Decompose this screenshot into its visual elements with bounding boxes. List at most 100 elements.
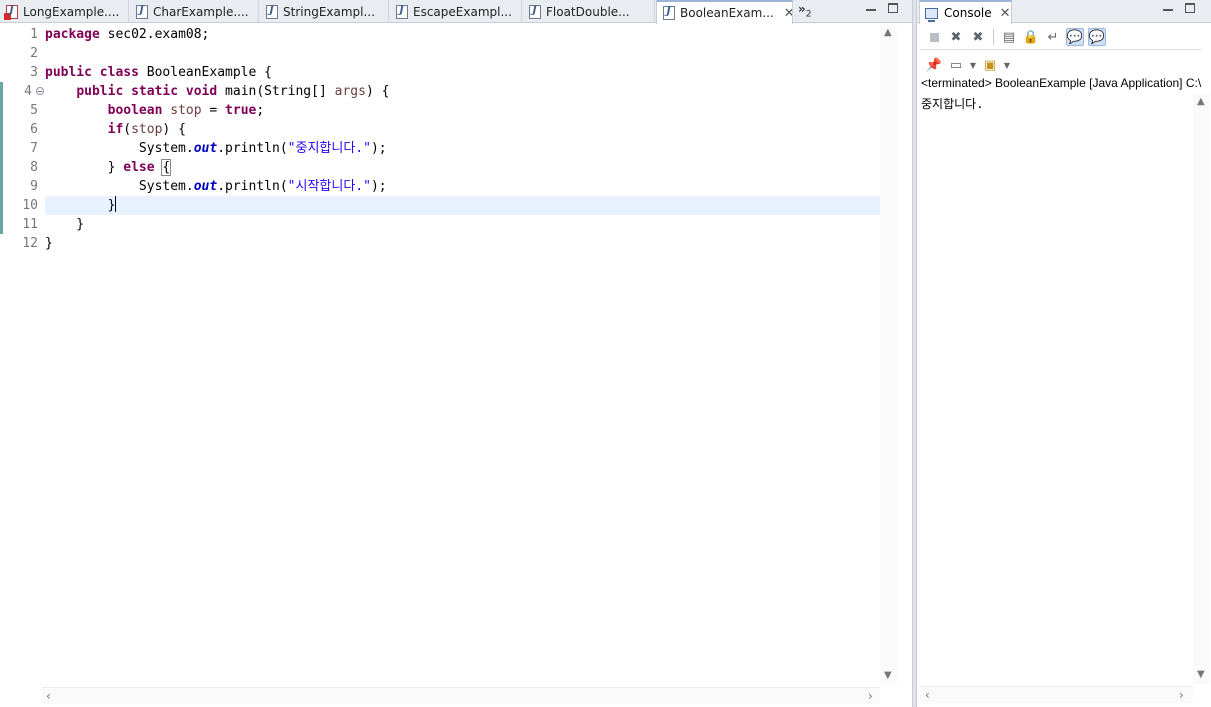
console-pane: Console ✕ ✖ ✖ ▤ 🔒 ↵ 💬 💬 📌 ▭ ▼ ▣ ▼ <termi… [916,0,1211,707]
line-number-text: 5 [30,103,38,118]
word-wrap-icon[interactable]: ↵ [1044,28,1062,46]
remove-launch-icon[interactable]: ✖ [947,28,965,46]
scroll-left-icon[interactable]: ‹ [925,688,930,702]
scroll-right-icon[interactable]: › [868,689,873,703]
tab-float-double[interactable]: FloatDouble... [523,0,655,23]
display-selected-console-icon[interactable]: ▭ [947,56,965,74]
collapse-fold-icon[interactable] [36,87,44,95]
scroll-lock-icon[interactable]: 🔒 [1022,28,1040,46]
code-editor[interactable]: 1 2 3 4 5 6 7 8 9 10 11 12 package sec02.exam08; pub… [0,25,913,704]
horizontal-scrollbar[interactable]: ‹ › [919,686,1193,703]
show-on-stdout-icon[interactable]: 💬 [1066,28,1084,46]
line-number-text: 9 [30,179,38,194]
code-line[interactable]: public static void main(String[] args) { [45,82,880,101]
line-number: 6 [4,120,42,139]
code-line[interactable]: } [45,196,880,215]
scroll-right-icon[interactable]: › [1179,688,1184,702]
overflow-chevron-icon: » [798,2,806,16]
line-number-text: 1 [30,27,38,42]
tab-long-example[interactable]: LongExample.... [0,0,129,23]
toolbar-divider [921,49,1201,50]
code-line[interactable]: } [45,234,880,253]
code-line[interactable]: System.out.println("중지합니다."); [45,139,880,158]
line-number: 5 [4,101,42,120]
java-file-icon [663,6,675,20]
code-line[interactable] [45,44,880,63]
code-line[interactable]: System.out.println("시작합니다."); [45,177,880,196]
java-file-error-icon [4,4,18,20]
tab-label: FloatDouble... [546,4,630,19]
show-on-stderr-icon[interactable]: 💬 [1088,28,1106,46]
clear-console-icon[interactable]: ▤ [1000,28,1018,46]
process-label: <terminated> BooleanExample [Java Applic… [921,76,1202,90]
minimize-icon[interactable] [1163,3,1173,11]
console-toolbar: ✖ ✖ ▤ 🔒 ↵ 💬 💬 [925,27,1106,47]
tab-label: BooleanExam... [680,6,774,20]
line-number-text: 8 [30,160,38,175]
tab-escape-example[interactable]: EscapeExampl... [390,0,522,23]
tab-char-example[interactable]: CharExample.... [130,0,259,23]
editor-tab-bar: LongExample.... CharExample.... StringEx… [0,0,912,24]
editor-pane: LongExample.... CharExample.... StringEx… [0,0,913,707]
line-number-text: 6 [30,122,38,137]
horizontal-scrollbar[interactable]: ‹ › [42,687,880,704]
java-file-icon [266,4,278,19]
line-number-text: 2 [30,46,38,61]
terminate-icon[interactable] [925,28,943,46]
code-line[interactable]: boolean stop = true; [45,101,880,120]
line-number: 1 [4,25,42,44]
code-line[interactable]: } [45,215,880,234]
line-number-text: 3 [30,65,38,80]
line-number: 9 [4,177,42,196]
change-ruler-marker [0,82,3,234]
scroll-up-icon[interactable]: ▲ [884,27,892,38]
tab-label: CharExample.... [153,4,249,19]
line-number-text: 4 [24,84,32,99]
line-number-gutter: 1 2 3 4 5 6 7 8 9 10 11 12 [4,25,44,685]
code-line[interactable]: public class BooleanExample { [45,63,880,82]
code-line[interactable]: package sec02.exam08; [45,25,880,44]
code-area[interactable]: package sec02.exam08; public class Boolea… [45,25,880,253]
pin-console-icon[interactable]: 📌 [925,56,943,74]
java-file-icon [136,4,148,19]
line-number-text: 10 [22,198,38,213]
line-number-text: 7 [30,141,38,156]
tab-boolean-example[interactable]: BooleanExam... ✕ [656,0,793,24]
chevron-down-icon[interactable]: ▼ [969,56,977,74]
console-tab-bar: Console ✕ [917,0,1211,24]
line-number-text: 11 [22,217,38,232]
tab-string-example[interactable]: StringExampl... [260,0,389,23]
chevron-down-icon[interactable]: ▼ [1003,56,1011,74]
text-caret [115,196,117,212]
java-file-icon [529,4,541,19]
code-line[interactable]: if(stop) { [45,120,880,139]
scroll-down-icon[interactable]: ▼ [884,670,892,681]
maximize-icon[interactable] [1185,3,1195,13]
console-tab-label: Console [944,6,992,20]
tab-label: EscapeExampl... [413,4,512,19]
code-line[interactable]: } else { [45,158,880,177]
vertical-scrollbar[interactable]: ▲ ▼ [1193,94,1210,684]
overflow-count: 2 [805,9,812,20]
vertical-scrollbar[interactable]: ▲ ▼ [880,25,897,685]
tab-label: StringExampl... [283,4,375,19]
tab-console[interactable]: Console ✕ [919,0,1012,24]
scroll-left-icon[interactable]: ‹ [46,689,51,703]
toolbar-separator [993,29,994,45]
line-number: 12 [4,234,42,253]
scroll-up-icon[interactable]: ▲ [1197,96,1205,107]
java-file-icon [396,4,408,19]
console-output[interactable]: 중지합니다. [921,96,1193,112]
maximize-icon[interactable] [888,3,898,13]
scroll-down-icon[interactable]: ▼ [1197,669,1205,680]
tab-overflow-button[interactable]: »2 [798,2,812,19]
line-number: 7 [4,139,42,158]
line-number: 8 [4,158,42,177]
line-number: 11 [4,215,42,234]
open-console-icon[interactable]: ▣ [981,56,999,74]
minimize-icon[interactable] [866,3,876,11]
close-icon[interactable]: ✕ [1000,6,1011,21]
remove-all-terminated-icon[interactable]: ✖ [969,28,987,46]
line-number: 10 [4,196,42,215]
close-icon[interactable]: ✕ [784,6,792,21]
